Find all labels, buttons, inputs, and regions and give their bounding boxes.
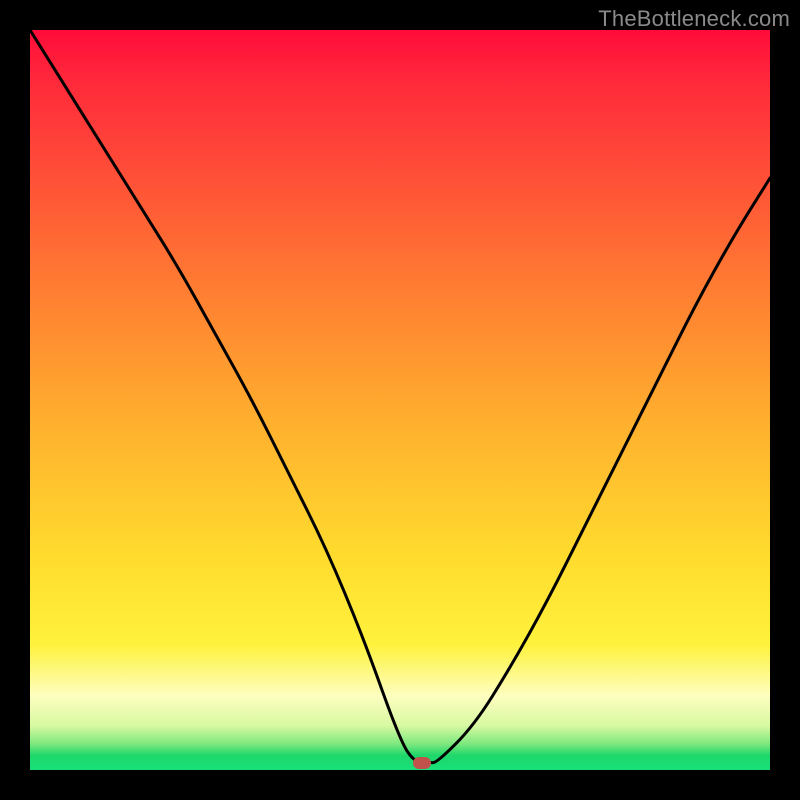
minimum-marker	[413, 757, 431, 769]
chart-frame: TheBottleneck.com	[0, 0, 800, 800]
plot-area	[30, 30, 770, 770]
bottleneck-curve	[30, 30, 770, 770]
watermark-text: TheBottleneck.com	[598, 6, 790, 32]
curve-path	[30, 30, 770, 763]
